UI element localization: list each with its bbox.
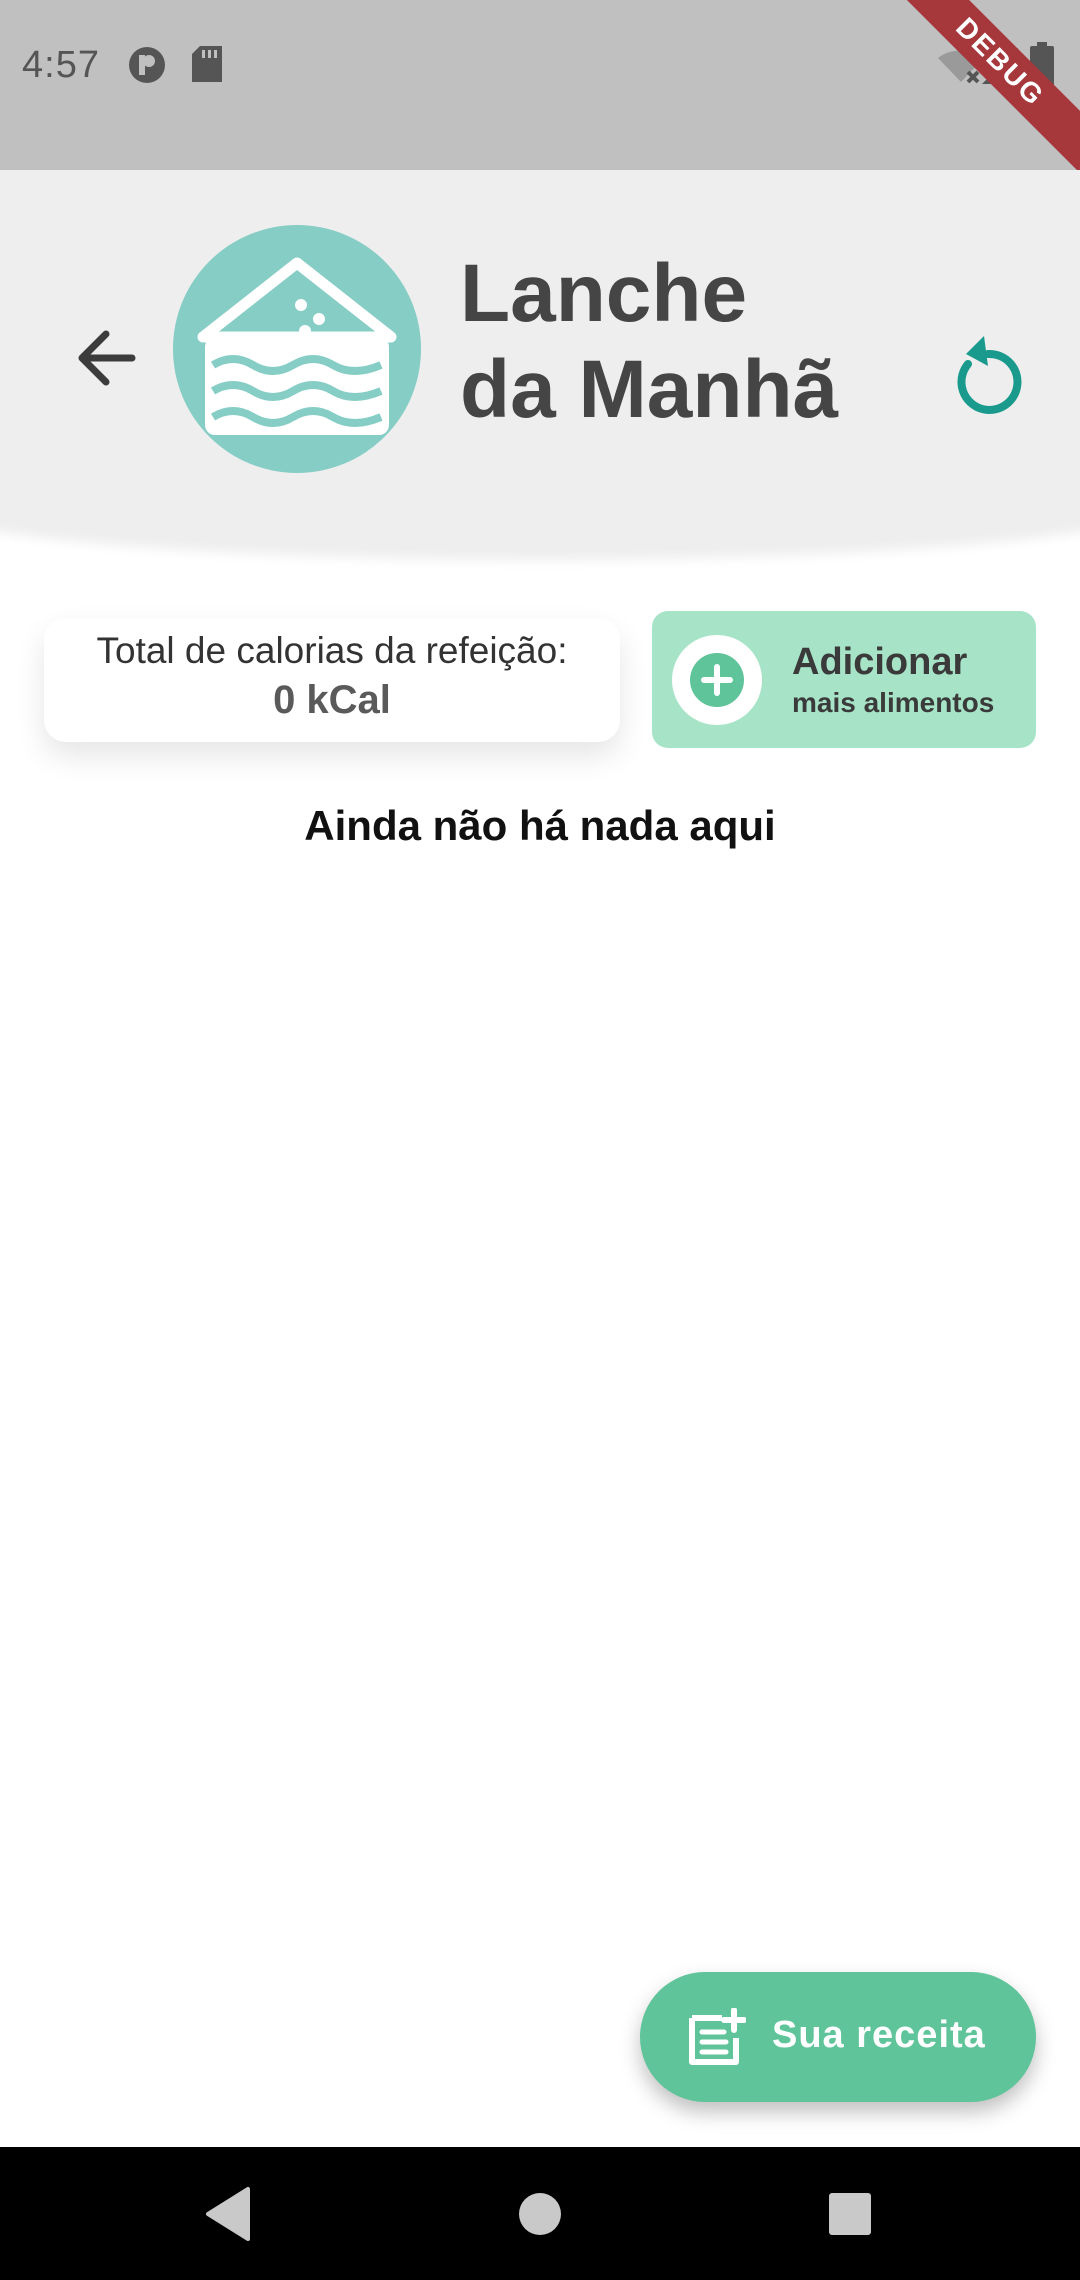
title-line-2: da Manhã xyxy=(460,344,839,435)
page-title: Lanche da Manhã xyxy=(460,246,838,438)
calories-value: 0 kCal xyxy=(273,678,391,722)
status-time: 4:57 xyxy=(22,44,100,86)
note-add-icon xyxy=(689,2008,746,2065)
recents-square-icon[interactable] xyxy=(817,2181,883,2247)
navigation-bar xyxy=(0,2147,1080,2280)
your-recipe-label: Sua receita xyxy=(772,2014,986,2056)
status-bar: 4:57 DEBUG xyxy=(0,0,1080,184)
screen: 4:57 DEBUG Lanche da Manhã Total de calo… xyxy=(0,0,1080,2280)
add-circle xyxy=(672,635,762,725)
cake-slice-icon xyxy=(197,257,397,435)
back-arrow-icon[interactable] xyxy=(70,320,146,396)
calories-label: Total de calorias da refeição: xyxy=(96,630,568,671)
title-line-1: Lanche xyxy=(460,248,748,339)
add-foods-label: Adicionar xyxy=(792,641,968,683)
notification-p-icon xyxy=(129,47,165,83)
add-foods-sublabel: mais alimentos xyxy=(792,687,995,718)
empty-state-text: Ainda não há nada aqui xyxy=(304,802,776,849)
sd-card-icon xyxy=(192,46,222,82)
your-recipe-button[interactable]: Sua receita xyxy=(640,1972,1036,2102)
add-foods-button[interactable]: Adicionar mais alimentos xyxy=(652,611,1036,748)
plus-circle-icon xyxy=(690,653,744,707)
meal-avatar xyxy=(173,225,421,473)
home-circle-icon[interactable] xyxy=(507,2181,573,2247)
calories-card: Total de calorias da refeição: 0 kCal xyxy=(44,618,620,742)
refresh-icon[interactable] xyxy=(950,330,1026,416)
debug-banner: DEBUG xyxy=(878,0,1080,184)
back-triangle-icon[interactable] xyxy=(196,2181,262,2247)
